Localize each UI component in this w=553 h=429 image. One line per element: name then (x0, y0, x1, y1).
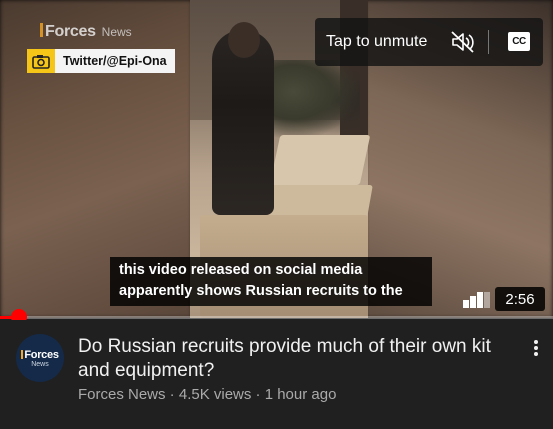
more-vertical-icon[interactable] (525, 335, 547, 361)
forces-news-watermark: Forces News (40, 23, 132, 41)
closed-captions-button[interactable]: CC (508, 32, 530, 51)
caption-line: this video released on social media (119, 262, 363, 278)
subtitle-caption: this video released on social media appa… (110, 257, 432, 306)
tap-to-unmute-button[interactable]: Tap to unmute CC (315, 18, 543, 66)
scene-crowd (265, 60, 360, 140)
camera-icon (27, 49, 55, 73)
video-player[interactable]: Forces News Twitter/@Epi-Ona Tap to unmu… (0, 0, 553, 318)
muted-speaker-icon (450, 30, 476, 59)
source-handle: Twitter/@Epi-Ona (55, 49, 175, 73)
unmute-label: Tap to unmute (326, 33, 428, 50)
channel-avatar[interactable]: Forces News (16, 334, 64, 382)
progress-bar[interactable] (0, 316, 553, 319)
signal-bars-icon (463, 290, 490, 308)
pill-divider (488, 30, 489, 54)
video-info[interactable]: Forces News Do Russian recruits provide … (0, 320, 553, 429)
video-duration: 2:56 (495, 287, 545, 311)
avatar-sub: News (31, 360, 49, 368)
watermark-sub: News (101, 25, 132, 39)
video-title[interactable]: Do Russian recruits provide much of thei… (78, 335, 518, 383)
scene-person-head (228, 22, 260, 58)
caption-line: apparently shows Russian recruits to the (119, 283, 403, 299)
scene-bed (269, 135, 371, 185)
avatar-brand: Forces (21, 349, 59, 361)
video-meta: Forces News · 4.5K views · 1 hour ago (78, 386, 337, 403)
watermark-brand: Forces (40, 23, 96, 41)
source-tag: Twitter/@Epi-Ona (27, 49, 175, 73)
